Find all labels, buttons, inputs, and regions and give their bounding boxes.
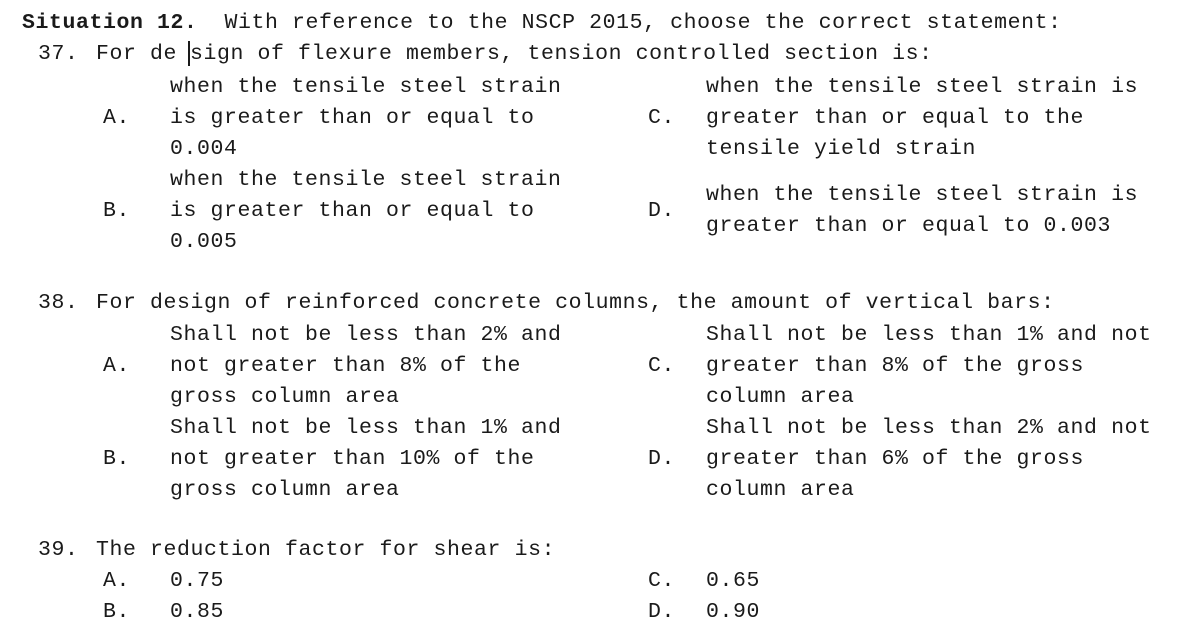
- situation-label: Situation 12.: [22, 11, 198, 35]
- situation-heading: Situation 12. With reference to the NSCP…: [22, 8, 1062, 39]
- option-letter: A.: [103, 354, 131, 378]
- option-letter: D.: [648, 198, 676, 223]
- option-text: when the tensile steel strain is greater…: [706, 75, 1139, 161]
- option-39-A[interactable]: A. 0.75: [103, 566, 224, 597]
- option-text: Shall not be less than 2% and not greate…: [706, 416, 1152, 502]
- question-number-37: 37.: [38, 42, 79, 66]
- option-39-C[interactable]: C. 0.65: [648, 566, 760, 597]
- option-text: 0.75: [170, 569, 225, 593]
- option-text: when the tensile steel strain is greater…: [706, 183, 1139, 238]
- option-letter: C.: [648, 106, 676, 130]
- question-stem-38: For design of reinforced concrete column…: [96, 291, 1055, 315]
- option-letter: C.: [648, 569, 676, 593]
- question-number-38: 38.: [38, 291, 79, 315]
- option-38-C[interactable]: C. Shall not be less than 1% and not gre…: [648, 320, 1152, 413]
- option-39-B[interactable]: B. 0.85: [103, 597, 224, 628]
- question-stem-39: The reduction factor for shear is:: [96, 538, 556, 562]
- option-letter: D.: [648, 447, 676, 471]
- question-number-39: 39.: [38, 538, 79, 562]
- option-37-B[interactable]: B. when the tensile steel strain is grea…: [103, 165, 562, 258]
- option-letter: B.: [103, 199, 131, 223]
- option-38-B[interactable]: B. Shall not be less than 1% and not gre…: [103, 413, 562, 506]
- option-text: when the tensile steel strain is greater…: [170, 168, 562, 254]
- option-letter: B.: [103, 600, 131, 624]
- option-letter: B.: [103, 447, 131, 471]
- option-letter: A.: [103, 569, 131, 593]
- option-letter: D.: [648, 600, 676, 624]
- option-38-D[interactable]: D. Shall not be less than 2% and not gre…: [648, 413, 1152, 506]
- question-stem-37-before-caret: For de: [96, 42, 178, 66]
- option-38-A[interactable]: A. Shall not be less than 2% and not gre…: [103, 320, 562, 413]
- option-37-A[interactable]: A. when the tensile steel strain is grea…: [103, 72, 562, 165]
- question-stem-37-after-caret: sign of flexure members, tension control…: [190, 42, 933, 66]
- option-letter: A.: [103, 106, 131, 130]
- document-page: Situation 12. With reference to the NSCP…: [0, 0, 1200, 632]
- option-text: Shall not be less than 1% and not greate…: [170, 416, 562, 502]
- option-39-D[interactable]: D. 0.90: [648, 597, 760, 628]
- option-37-D[interactable]: D. when the tensile steel strain is grea…: [648, 180, 1138, 242]
- option-text: 0.85: [170, 600, 225, 624]
- option-letter: C.: [648, 354, 676, 378]
- option-text: Shall not be less than 1% and not greate…: [706, 323, 1152, 409]
- option-text: when the tensile steel strain is greater…: [170, 75, 562, 161]
- option-37-C[interactable]: C. when the tensile steel strain is grea…: [648, 72, 1138, 165]
- option-text: 0.90: [706, 600, 761, 624]
- option-text: Shall not be less than 2% and not greate…: [170, 323, 562, 409]
- situation-text: With reference to the NSCP 2015, choose …: [197, 11, 1062, 35]
- option-text: 0.65: [706, 569, 761, 593]
